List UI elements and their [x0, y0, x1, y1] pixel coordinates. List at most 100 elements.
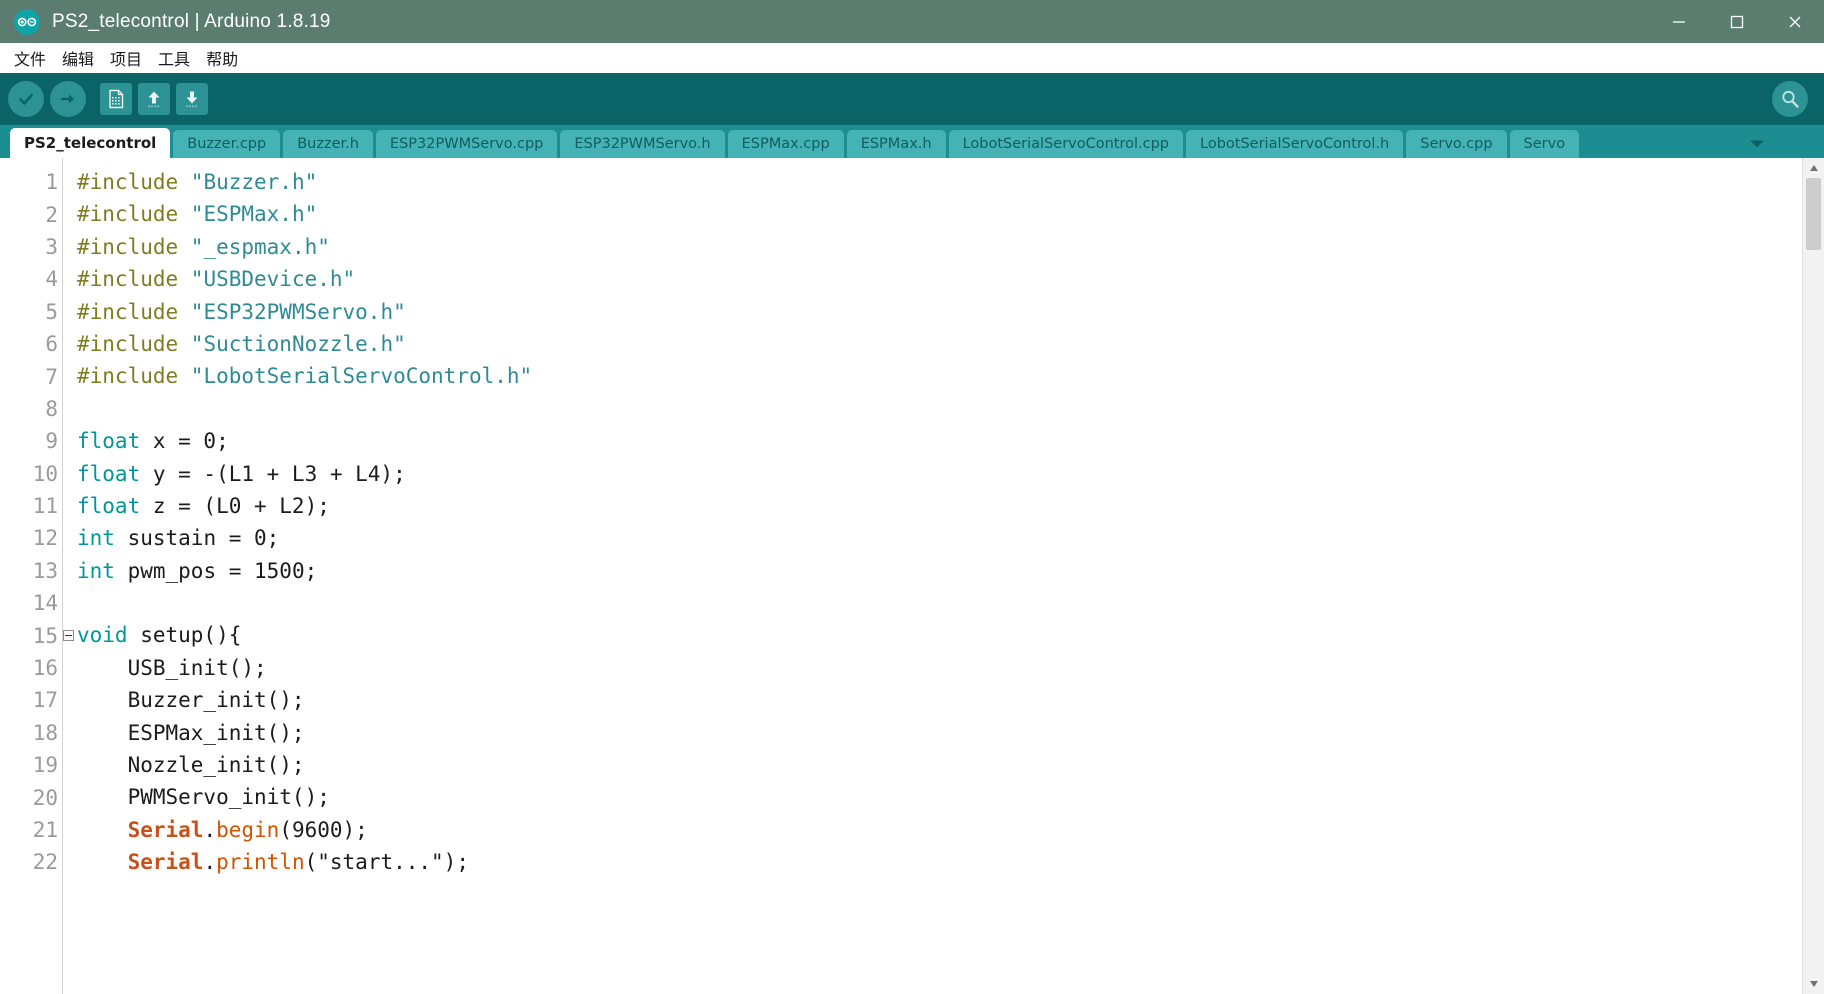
tab-servo-cpp[interactable]: Servo.cpp [1406, 130, 1507, 158]
open-button[interactable] [138, 83, 170, 115]
line-number-text: 9 [45, 429, 58, 454]
line-number-text: 11 [32, 494, 58, 519]
code-line: float x = 0; [77, 425, 1824, 457]
serial-monitor-button[interactable] [1772, 81, 1808, 117]
code-text-area[interactable]: #include "Buzzer.h" #include "ESPMax.h" #i… [62, 158, 1824, 994]
arduino-infinity-icon [14, 8, 40, 35]
arrow-down-icon [186, 91, 198, 108]
code-token: #include [77, 331, 191, 356]
new-button[interactable] [100, 83, 132, 115]
code-line: #include "Buzzer.h" [77, 166, 1824, 198]
tab-esp32pwmservo-h[interactable]: ESP32PWMServo.h [560, 130, 725, 158]
menu-sketch[interactable]: 项目 [102, 44, 150, 72]
code-token: Nozzle_init(); [77, 753, 305, 778]
new-file-icon [109, 89, 124, 109]
upload-button[interactable] [50, 81, 86, 117]
line-number: 7 [0, 360, 62, 392]
code-token: #include [77, 202, 191, 227]
tab-espmax-cpp[interactable]: ESPMax.cpp [727, 130, 844, 158]
line-number-text: 14 [32, 591, 58, 616]
code-line: Buzzer_init(); [77, 684, 1824, 716]
line-number: 4 [0, 263, 62, 295]
line-number: 19 [0, 749, 62, 781]
code-token: "USBDevice.h" [190, 267, 356, 292]
code-token: float [77, 493, 141, 518]
code-line: int pwm_pos = 1500; [77, 555, 1824, 587]
line-number-text: 2 [45, 202, 58, 227]
code-line: Nozzle_init(); [77, 749, 1824, 781]
arrow-up-icon [148, 91, 160, 108]
chevron-down-icon[interactable] [1746, 131, 1768, 157]
code-line: Serial.begin(9600); [77, 814, 1824, 846]
caret-down-icon[interactable] [1802, 974, 1824, 994]
code-line: #include "USBDevice.h" [77, 263, 1824, 295]
code-token: println [216, 850, 305, 875]
line-number: 1 [0, 166, 62, 198]
menu-help[interactable]: 帮助 [198, 44, 246, 72]
line-number-text: 22 [32, 850, 58, 875]
magnifier-icon [1782, 90, 1799, 108]
code-token: x = 0; [140, 429, 229, 454]
code-token: #include [77, 299, 191, 324]
line-number: 13 [0, 555, 62, 587]
caret-up-icon[interactable] [1802, 158, 1824, 178]
vertical-scroll-thumb[interactable] [1805, 178, 1821, 250]
code-token: float [77, 429, 141, 454]
tab-espmax-h[interactable]: ESPMax.h [846, 130, 946, 158]
line-number-text: 6 [45, 332, 58, 357]
line-number-text: 10 [32, 461, 58, 486]
vertical-scrollbar[interactable] [1802, 158, 1824, 994]
tab-buzzer-cpp[interactable]: Buzzer.cpp [173, 130, 281, 158]
maximize-button[interactable] [1708, 0, 1766, 43]
code-editor[interactable]: 1 2 3 4 5 6 7 8 9 10 11 12 13 14 15 16 1… [0, 158, 1824, 994]
tab-esp32pwmservo-cpp[interactable]: ESP32PWMServo.cpp [375, 130, 558, 158]
menu-tools[interactable]: 工具 [150, 44, 198, 72]
code-token: "ESPMax.h" [190, 202, 318, 227]
code-token: #include [77, 170, 191, 194]
code-line: #include "ESP32PWMServo.h" [77, 296, 1824, 328]
line-number-text: 17 [32, 688, 58, 713]
code-token: "_espmax.h" [190, 234, 330, 259]
tab-buzzer-h[interactable]: Buzzer.h [283, 130, 373, 158]
line-number: 12 [0, 522, 62, 554]
line-number-text: 13 [32, 558, 58, 583]
title-bar: PS2_telecontrol | Arduino 1.8.19 [0, 0, 1824, 43]
tab-ps2-telecontrol[interactable]: PS2_telecontrol [10, 128, 171, 158]
code-token: Serial [127, 850, 204, 875]
code-line: int sustain = 0; [77, 522, 1824, 554]
line-number-text: 1 [45, 170, 58, 195]
save-button[interactable] [176, 83, 208, 115]
line-number-text: 18 [32, 720, 58, 745]
tab-lobotserialservocontrol-cpp[interactable]: LobotSerialServoControl.cpp [948, 130, 1184, 158]
line-number: 9 [0, 425, 62, 457]
scroll-track[interactable] [1803, 178, 1824, 974]
window-title: PS2_telecontrol | Arduino 1.8.19 [52, 10, 331, 32]
code-token: #include [77, 267, 191, 292]
line-number-text: 3 [45, 234, 58, 259]
line-number: 16 [0, 652, 62, 684]
code-line: #include "_espmax.h" [77, 231, 1824, 263]
line-number-text: 19 [32, 753, 58, 778]
code-token: . [203, 817, 217, 842]
code-token: Serial [127, 817, 204, 842]
tab-servo-partial[interactable]: Servo [1509, 130, 1580, 158]
line-number: 22 [0, 846, 62, 878]
verify-button[interactable] [8, 81, 44, 117]
menu-edit[interactable]: 编辑 [54, 44, 102, 72]
line-number-text: 16 [32, 656, 58, 681]
code-token: z = (L0 + L2); [140, 493, 330, 518]
minimize-button[interactable] [1650, 0, 1708, 43]
line-number-text: 15 [32, 623, 58, 648]
close-button[interactable] [1766, 0, 1824, 43]
line-number: 17 [0, 684, 62, 716]
window-controls [1650, 0, 1824, 43]
code-token: #include [77, 234, 191, 259]
tab-lobotserialservocontrol-h[interactable]: LobotSerialServoControl.h [1186, 130, 1404, 158]
line-number-text: 4 [45, 267, 58, 292]
menu-file[interactable]: 文件 [6, 44, 54, 72]
code-token: ("start..."); [304, 850, 469, 875]
menu-bar: 文件 编辑 项目 工具 帮助 [0, 43, 1824, 73]
